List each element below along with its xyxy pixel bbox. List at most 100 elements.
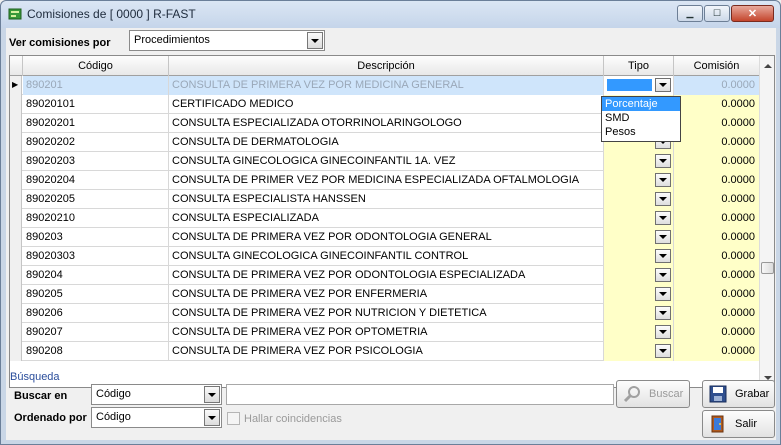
- tipo-cell[interactable]: [604, 266, 674, 285]
- minimize-button[interactable]: ▁: [677, 5, 703, 22]
- tipo-cell[interactable]: [604, 76, 674, 95]
- table-row[interactable]: 890204 CONSULTA DE PRIMERA VEZ POR ODONTO…: [10, 266, 760, 285]
- codigo-cell[interactable]: 890205: [23, 285, 169, 304]
- tipo-cell[interactable]: [604, 228, 674, 247]
- chevron-down-icon[interactable]: [655, 268, 671, 282]
- row-selector[interactable]: [10, 95, 22, 114]
- tipo-cell[interactable]: [604, 304, 674, 323]
- chevron-down-icon[interactable]: [655, 173, 671, 187]
- descripcion-cell[interactable]: CONSULTA ESPECIALIZADA OTORRINOLARINGOLO…: [169, 114, 604, 133]
- comision-cell[interactable]: 0.0000: [674, 228, 760, 247]
- chevron-down-icon[interactable]: [655, 306, 671, 320]
- codigo-cell[interactable]: 89020202: [23, 133, 169, 152]
- codigo-cell[interactable]: 890201: [23, 76, 169, 95]
- table-row[interactable]: 89020203 CONSULTA GINECOLOGICA GINECOINFA…: [10, 152, 760, 171]
- tipo-cell[interactable]: [604, 190, 674, 209]
- row-selector[interactable]: [10, 152, 22, 171]
- table-row[interactable]: 890205 CONSULTA DE PRIMERA VEZ POR ENFERM…: [10, 285, 760, 304]
- comision-cell[interactable]: 0.0000: [674, 171, 760, 190]
- chevron-down-icon[interactable]: [655, 230, 671, 244]
- tipo-cell[interactable]: [604, 247, 674, 266]
- chevron-down-icon[interactable]: [655, 344, 671, 358]
- search-input[interactable]: [226, 384, 614, 405]
- chevron-down-icon[interactable]: [307, 32, 323, 49]
- row-selector[interactable]: [10, 133, 22, 152]
- codigo-cell[interactable]: 890203: [23, 228, 169, 247]
- codigo-cell[interactable]: 89020101: [23, 95, 169, 114]
- tipo-option[interactable]: Porcentaje: [602, 97, 680, 111]
- vertical-scrollbar[interactable]: [759, 56, 774, 387]
- comision-cell[interactable]: 0.0000: [674, 209, 760, 228]
- comision-cell[interactable]: 0.0000: [674, 247, 760, 266]
- row-selector[interactable]: ▶: [10, 76, 22, 95]
- row-selector[interactable]: [10, 304, 22, 323]
- codigo-cell[interactable]: 890207: [23, 323, 169, 342]
- descripcion-cell[interactable]: CONSULTA DE PRIMERA VEZ POR MEDICINA GEN…: [169, 76, 604, 95]
- row-selector[interactable]: [10, 209, 22, 228]
- maximize-button[interactable]: ☐: [704, 5, 730, 22]
- descripcion-cell[interactable]: CONSULTA DE PRIMERA VEZ POR PSICOLOGIA: [169, 342, 604, 361]
- descripcion-cell[interactable]: CONSULTA GINECOLOGICA GINECOINFANTIL 1A.…: [169, 152, 604, 171]
- row-selector[interactable]: [10, 342, 22, 361]
- codigo-cell[interactable]: 890204: [23, 266, 169, 285]
- header-tipo[interactable]: Tipo: [604, 56, 674, 76]
- codigo-cell[interactable]: 89020201: [23, 114, 169, 133]
- chevron-down-icon[interactable]: [655, 192, 671, 206]
- grabar-button[interactable]: Grabar: [702, 380, 775, 408]
- scroll-up-icon[interactable]: [760, 58, 774, 73]
- comision-cell[interactable]: 0.0000: [674, 95, 760, 114]
- comision-cell[interactable]: 0.0000: [674, 266, 760, 285]
- chevron-down-icon[interactable]: [655, 249, 671, 263]
- comision-cell[interactable]: 0.0000: [674, 323, 760, 342]
- chevron-down-icon[interactable]: [655, 211, 671, 225]
- header-codigo[interactable]: Código: [23, 56, 169, 76]
- descripcion-cell[interactable]: CONSULTA GINECOLOGICA GINECOINFANTIL CON…: [169, 247, 604, 266]
- chevron-down-icon[interactable]: [655, 154, 671, 168]
- tipo-cell[interactable]: [604, 171, 674, 190]
- descripcion-cell[interactable]: CONSULTA ESPECIALISTA HANSSEN: [169, 190, 604, 209]
- codigo-cell[interactable]: 890208: [23, 342, 169, 361]
- buscar-en-combo[interactable]: Código: [91, 384, 222, 405]
- table-row[interactable]: 890203 CONSULTA DE PRIMERA VEZ POR ODONTO…: [10, 228, 760, 247]
- tipo-dropdown-list[interactable]: Porcentaje SMD Pesos: [601, 96, 681, 142]
- descripcion-cell[interactable]: CONSULTA DE PRIMERA VEZ POR NUTRICION Y …: [169, 304, 604, 323]
- row-selector[interactable]: [10, 114, 22, 133]
- row-selector[interactable]: [10, 228, 22, 247]
- chevron-down-icon[interactable]: [204, 386, 220, 403]
- comision-cell[interactable]: 0.0000: [674, 152, 760, 171]
- tipo-option[interactable]: SMD: [602, 111, 680, 125]
- descripcion-cell[interactable]: CONSULTA ESPECIALIZADA: [169, 209, 604, 228]
- header-descripcion[interactable]: Descripción: [169, 56, 604, 76]
- row-selector[interactable]: [10, 266, 22, 285]
- table-row[interactable]: ▶ 890201 CONSULTA DE PRIMERA VEZ POR MEDIC…: [10, 76, 760, 95]
- row-selector[interactable]: [10, 190, 22, 209]
- chevron-down-icon[interactable]: [655, 78, 671, 92]
- tipo-cell[interactable]: [604, 323, 674, 342]
- codigo-cell[interactable]: 89020203: [23, 152, 169, 171]
- chevron-down-icon[interactable]: [655, 325, 671, 339]
- row-selector[interactable]: [10, 171, 22, 190]
- chevron-down-icon[interactable]: [655, 287, 671, 301]
- tipo-cell[interactable]: [604, 209, 674, 228]
- table-row[interactable]: 890206 CONSULTA DE PRIMERA VEZ POR NUTRIC…: [10, 304, 760, 323]
- chevron-down-icon[interactable]: [204, 409, 220, 426]
- codigo-cell[interactable]: 89020210: [23, 209, 169, 228]
- table-row[interactable]: 89020204 CONSULTA DE PRIMER VEZ POR MEDIC…: [10, 171, 760, 190]
- descripcion-cell[interactable]: CONSULTA DE PRIMER VEZ POR MEDICINA ESPE…: [169, 171, 604, 190]
- comision-cell[interactable]: 0.0000: [674, 304, 760, 323]
- comision-cell[interactable]: 0.0000: [674, 285, 760, 304]
- row-selector[interactable]: [10, 247, 22, 266]
- descripcion-cell[interactable]: CONSULTA DE DERMATOLOGIA: [169, 133, 604, 152]
- row-selector[interactable]: [10, 285, 22, 304]
- tipo-cell[interactable]: [604, 285, 674, 304]
- comision-cell[interactable]: 0.0000: [674, 114, 760, 133]
- table-row[interactable]: 890208 CONSULTA DE PRIMERA VEZ POR PSICOL…: [10, 342, 760, 361]
- header-comision[interactable]: Comisión: [674, 56, 760, 76]
- descripcion-cell[interactable]: CONSULTA DE PRIMERA VEZ POR ODONTOLOGIA …: [169, 266, 604, 285]
- descripcion-cell[interactable]: CERTIFICADO MEDICO: [169, 95, 604, 114]
- table-row[interactable]: 89020205 CONSULTA ESPECIALISTA HANSSEN 0.0…: [10, 190, 760, 209]
- ordenado-por-combo[interactable]: Código: [91, 407, 222, 428]
- tipo-cell[interactable]: [604, 342, 674, 361]
- salir-button[interactable]: Salir: [702, 410, 775, 438]
- comision-cell[interactable]: 0.0000: [674, 133, 760, 152]
